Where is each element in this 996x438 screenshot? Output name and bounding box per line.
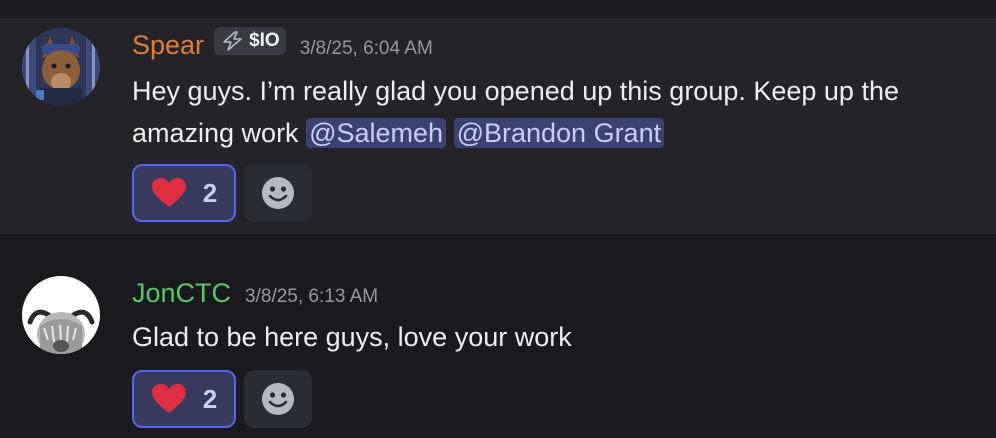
username[interactable]: Spear xyxy=(132,30,204,61)
reactions-bar: 2 xyxy=(132,164,312,222)
message-item: JonCTC 3/8/25, 6:13 AM Glad to be here g… xyxy=(0,256,996,438)
add-reaction-button[interactable] xyxy=(244,370,312,428)
user-mention[interactable]: @Salemeh xyxy=(306,118,447,148)
message-item: Spear $IO 3/8/25, 6:04 AM Hey guys. I’m … xyxy=(0,18,996,234)
add-reaction-button[interactable] xyxy=(244,164,312,222)
timestamp: 3/8/25, 6:13 AM xyxy=(245,286,379,307)
heart-icon xyxy=(151,178,186,207)
smiley-icon xyxy=(262,177,294,209)
heart-reaction-button[interactable]: 2 xyxy=(132,164,236,222)
reaction-count: 2 xyxy=(202,177,218,208)
message-content: Glad to be here guys, love your work xyxy=(132,316,972,358)
reaction-count: 2 xyxy=(202,383,218,414)
heart-icon xyxy=(151,384,186,413)
user-mention[interactable]: @Brandon Grant xyxy=(453,118,665,148)
reactions-bar: 2 xyxy=(132,370,312,428)
message-content: Hey guys. I’m really glad you opened up … xyxy=(132,70,972,154)
lightning-icon xyxy=(223,31,242,51)
server-tag-badge[interactable]: $IO xyxy=(214,27,286,55)
avatar[interactable] xyxy=(22,276,100,354)
message-header: Spear $IO 3/8/25, 6:04 AM xyxy=(132,27,433,61)
heart-reaction-button[interactable]: 2 xyxy=(132,370,236,428)
message-header: JonCTC 3/8/25, 6:13 AM xyxy=(132,278,378,309)
username[interactable]: JonCTC xyxy=(132,278,231,309)
timestamp: 3/8/25, 6:04 AM xyxy=(299,38,433,59)
smiley-icon xyxy=(262,383,294,415)
server-tag-label: $IO xyxy=(249,30,280,51)
avatar[interactable] xyxy=(22,28,100,106)
message-text: Glad to be here guys, love your work xyxy=(132,322,572,352)
